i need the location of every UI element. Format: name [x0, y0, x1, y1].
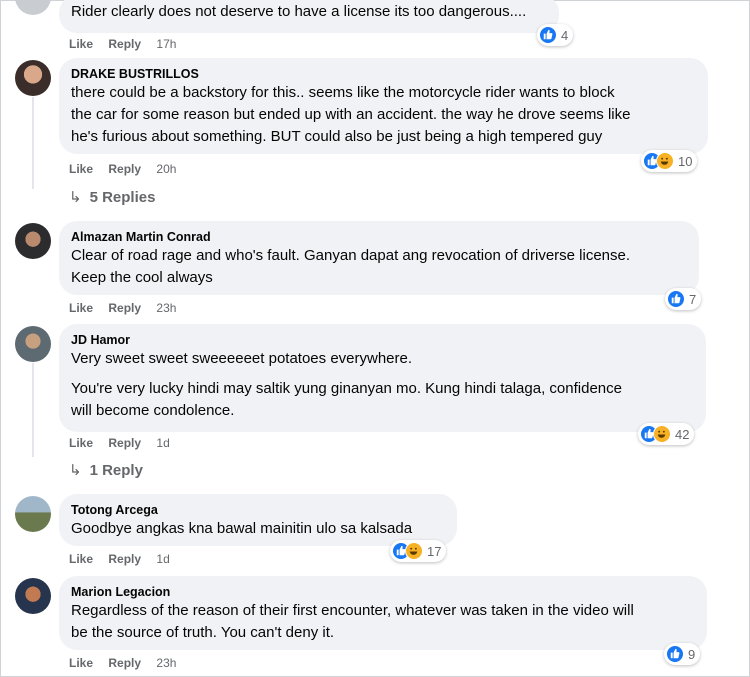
- avatar[interactable]: [15, 60, 51, 96]
- timestamp[interactable]: 1d: [156, 552, 169, 566]
- like-button[interactable]: Like: [69, 162, 93, 176]
- reaction-summary[interactable]: 7: [665, 288, 702, 310]
- comment-author[interactable]: DRAKE BUSTRILLOS: [71, 66, 696, 82]
- comments-panel: Rider clearly does not deserve to have a…: [0, 0, 750, 677]
- comment-text: there could be a backstory for this.. se…: [71, 84, 631, 145]
- avatar[interactable]: [15, 578, 51, 614]
- timestamp[interactable]: 23h: [156, 656, 176, 670]
- avatar[interactable]: [15, 326, 51, 362]
- comment-actions: Like Reply 1d: [69, 552, 182, 566]
- reply-button[interactable]: Reply: [108, 552, 141, 566]
- haha-reaction-icon: [653, 425, 671, 443]
- replies-count: 5 Replies: [89, 189, 156, 206]
- comment-author[interactable]: Totong Arcega: [71, 502, 445, 518]
- comment-text: Goodbye angkas kna bawal mainitin ulo sa…: [71, 520, 413, 537]
- comment-bubble: JD Hamor Very sweet sweet sweeeeeet pota…: [59, 324, 706, 432]
- comment-text: Regardless of the reason of their first …: [71, 602, 634, 641]
- reaction-summary[interactable]: 9: [664, 643, 701, 665]
- reaction-count: 4: [561, 27, 569, 43]
- like-button[interactable]: Like: [69, 552, 93, 566]
- like-reaction-icon: [539, 26, 557, 44]
- reaction-summary[interactable]: 10: [641, 150, 698, 172]
- reply-arrow-icon: ↳: [69, 462, 82, 479]
- comment-actions: Like Reply 20h: [69, 162, 188, 176]
- comment-text: Rider clearly does not deserve to have a…: [71, 3, 527, 20]
- comment-author[interactable]: Almazan Martin Conrad: [71, 229, 687, 245]
- comment-author[interactable]: Marion Legacion: [71, 584, 695, 600]
- reaction-summary[interactable]: 17: [390, 540, 447, 562]
- view-replies-link[interactable]: ↳ 5 Replies: [69, 188, 155, 206]
- reply-button[interactable]: Reply: [108, 656, 141, 670]
- comment-author[interactable]: JD Hamor: [71, 332, 694, 348]
- timestamp[interactable]: 1d: [156, 436, 169, 450]
- comment-bubble: Rider clearly does not deserve to have a…: [59, 0, 559, 33]
- comment-text: Very sweet sweet sweeeeeet potatoes ever…: [71, 350, 413, 367]
- like-reaction-icon: [666, 645, 684, 663]
- reaction-count: 10: [678, 153, 693, 169]
- timestamp[interactable]: 20h: [156, 162, 176, 176]
- comment-text: You're very lucky hindi may saltik yung …: [71, 380, 622, 419]
- reply-arrow-icon: ↳: [69, 189, 82, 206]
- like-button[interactable]: Like: [69, 656, 93, 670]
- thread-line: [32, 363, 34, 457]
- comment-actions: Like Reply 23h: [69, 301, 188, 315]
- avatar[interactable]: [15, 223, 51, 259]
- comment-actions: Like Reply 23h: [69, 656, 188, 670]
- avatar[interactable]: [15, 0, 51, 15]
- haha-reaction-icon: [656, 152, 674, 170]
- reply-button[interactable]: Reply: [108, 37, 141, 51]
- like-button[interactable]: Like: [69, 436, 93, 450]
- reply-button[interactable]: Reply: [108, 301, 141, 315]
- reaction-summary[interactable]: 4: [537, 24, 574, 46]
- comment-actions: Like Reply 17h: [69, 37, 188, 51]
- avatar[interactable]: [15, 496, 51, 532]
- reaction-count: 42: [675, 426, 690, 442]
- comment-bubble: DRAKE BUSTRILLOS there could be a backst…: [59, 58, 708, 154]
- reaction-count: 7: [689, 291, 697, 307]
- comment-bubble: Marion Legacion Regardless of the reason…: [59, 576, 707, 650]
- thread-line: [32, 97, 34, 189]
- reaction-count: 9: [688, 646, 696, 662]
- comment-text: Clear of road rage and who's fault. Gany…: [71, 247, 631, 286]
- like-button[interactable]: Like: [69, 301, 93, 315]
- timestamp[interactable]: 23h: [156, 301, 176, 315]
- timestamp[interactable]: 17h: [156, 37, 176, 51]
- replies-count: 1 Reply: [89, 462, 143, 479]
- comment-bubble: Totong Arcega Goodbye angkas kna bawal m…: [59, 494, 457, 546]
- view-replies-link[interactable]: ↳ 1 Reply: [69, 461, 143, 479]
- reaction-count: 17: [427, 543, 442, 559]
- comment-bubble: Almazan Martin Conrad Clear of road rage…: [59, 221, 699, 295]
- comment-actions: Like Reply 1d: [69, 436, 182, 450]
- like-button[interactable]: Like: [69, 37, 93, 51]
- haha-reaction-icon: [405, 542, 423, 560]
- reply-button[interactable]: Reply: [108, 436, 141, 450]
- like-reaction-icon: [667, 290, 685, 308]
- reaction-summary[interactable]: 42: [638, 423, 695, 445]
- reply-button[interactable]: Reply: [108, 162, 141, 176]
